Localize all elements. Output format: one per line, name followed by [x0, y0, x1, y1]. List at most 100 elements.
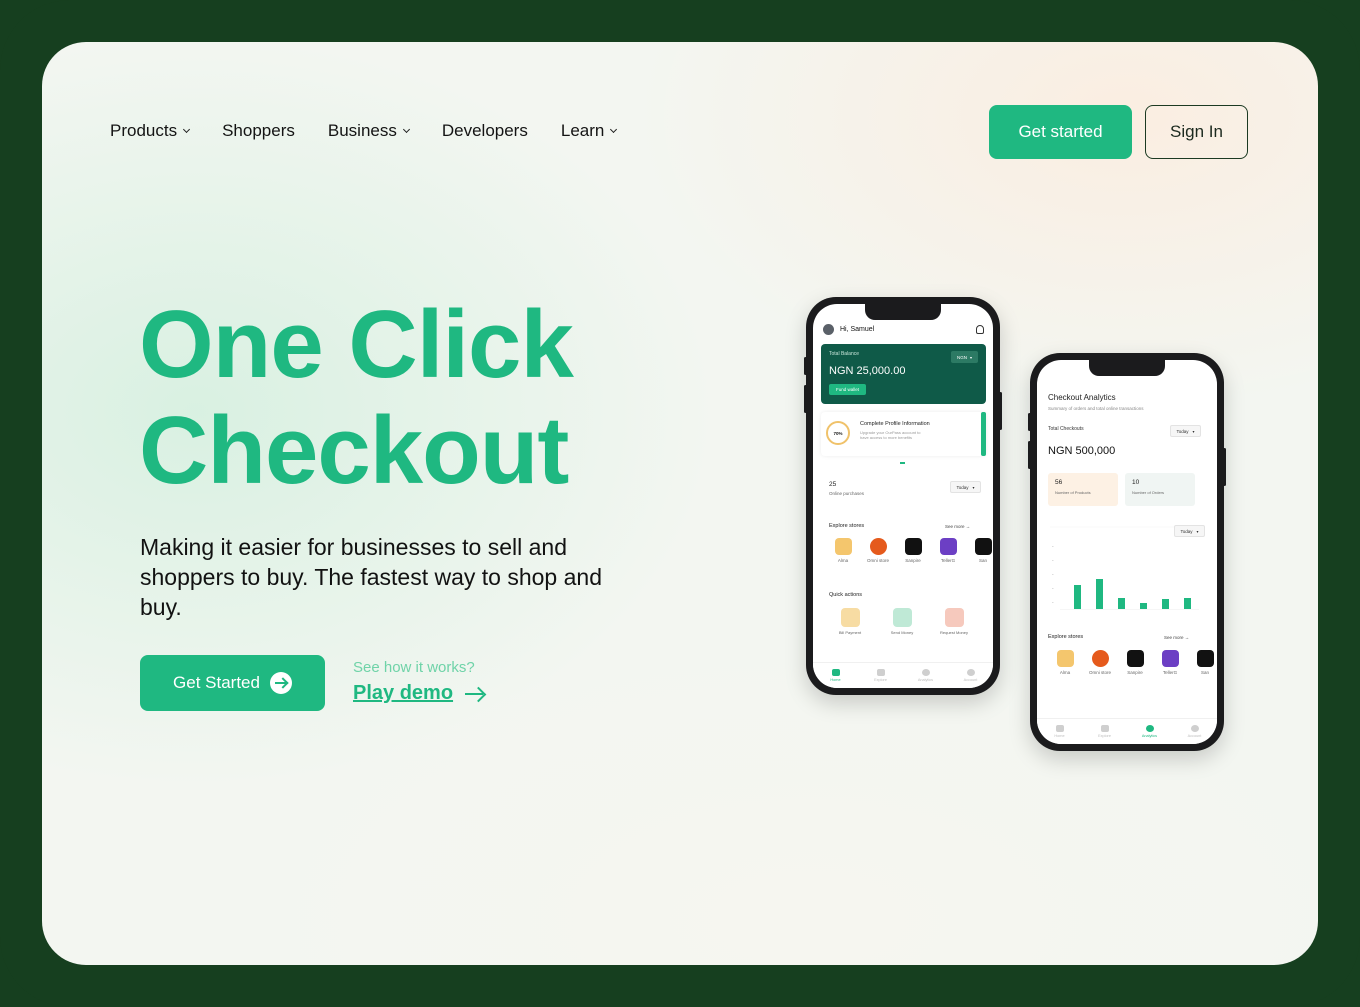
chart-bar — [1118, 598, 1125, 609]
store-label: Alma — [837, 558, 849, 563]
store-item: TellerG — [1156, 650, 1184, 675]
nav-shoppers[interactable]: Shoppers — [222, 121, 295, 141]
phone-side-button — [804, 357, 807, 375]
quick-actions-title: Quick actions — [829, 592, 863, 598]
chart-bar — [1162, 599, 1169, 609]
store-label: TellerG — [940, 558, 956, 563]
carousel-indicator — [900, 462, 905, 464]
stat-value: 56 — [1055, 479, 1063, 486]
tab-label: Account — [1187, 734, 1202, 738]
card-accent-bar — [981, 412, 986, 456]
store-label: Omni store — [1088, 670, 1111, 675]
request-money-icon — [944, 608, 964, 627]
tab-explore: Explore — [864, 669, 898, 682]
chart-bar — [1074, 585, 1081, 609]
user-icon — [1190, 725, 1199, 732]
purchases-count: 25 — [829, 481, 837, 488]
home-icon — [1055, 725, 1064, 732]
get-started-cta-button[interactable]: Get Started — [140, 655, 325, 711]
analytics-subtitle: Summary of orders and total online trans… — [1048, 406, 1144, 411]
pie-chart-icon — [1145, 725, 1154, 732]
san-logo-icon — [974, 538, 992, 555]
y-tick — [1052, 546, 1054, 547]
store-item: Sanpire — [899, 538, 927, 563]
nav-products-label: Products — [110, 121, 178, 140]
bottom-tab-bar: Home Explore Analytics Account — [813, 662, 993, 688]
bell-icon — [976, 325, 984, 334]
tab-analytics: Analytics — [909, 669, 943, 682]
store-label: San — [1200, 670, 1209, 675]
chart-bar — [1140, 603, 1147, 609]
tab-label: Explore — [874, 678, 887, 682]
store-item: Alma — [1051, 650, 1079, 675]
tab-explore: Explore — [1088, 725, 1122, 738]
greeting: Hi, Samuel — [823, 324, 874, 335]
see-more-label: See more — [1164, 635, 1184, 640]
nav-business[interactable]: Business — [327, 121, 410, 141]
send-money-icon — [892, 608, 912, 627]
purchases-summary: 25 Online purchases Today ▾ — [821, 477, 986, 507]
nav-learn[interactable]: Learn — [560, 121, 618, 141]
hero-title-line2: Checkout — [139, 397, 569, 504]
balance-card: Total Balance NGN ▾ NGN 25,000.00 Fund wa… — [821, 344, 986, 404]
period-value: Today — [1176, 428, 1189, 434]
chart-period-select: Today ▾ — [1174, 525, 1205, 537]
phone-screen: Checkout Analytics Summary of orders and… — [1037, 360, 1217, 744]
explore-stores-title: Explore stores — [829, 523, 865, 529]
y-tick — [1052, 602, 1054, 603]
store-label: San — [978, 558, 987, 563]
sign-in-button[interactable]: Sign In — [1145, 105, 1248, 159]
sanpire-logo-icon — [1126, 650, 1144, 667]
phone-screen: Hi, Samuel Total Balance NGN ▾ NGN 25,000… — [813, 304, 993, 688]
alma-logo-icon — [834, 538, 852, 555]
store-item: Alma — [829, 538, 857, 563]
store-label: Sanpire — [1127, 670, 1143, 675]
bottom-tab-bar: Home Explore Analytics Account — [1037, 718, 1217, 744]
stat-label: Number of Orders — [1132, 490, 1165, 495]
nav-business-label: Business — [327, 121, 397, 140]
chart-bar — [1096, 579, 1103, 609]
tellerg-logo-icon — [1161, 650, 1179, 667]
analytics-title: Checkout Analytics — [1048, 393, 1116, 402]
sanpire-logo-icon — [904, 538, 922, 555]
store-label: Omni store — [866, 558, 889, 563]
quick-action-label: Bill Payment — [838, 630, 862, 635]
store-item: San — [969, 538, 993, 563]
omni-logo-icon — [869, 538, 887, 555]
hero-title: One Click Checkout — [139, 292, 659, 504]
tab-account: Account — [954, 669, 988, 682]
nav-developers-label: Developers — [441, 121, 528, 140]
period-select: Today ▾ — [1170, 425, 1201, 437]
nav-developers[interactable]: Developers — [442, 121, 528, 141]
phone-side-button — [999, 392, 1002, 430]
pie-chart-icon — [921, 669, 930, 676]
store-item: TellerG — [934, 538, 962, 563]
quick-action-label: Send Money — [890, 630, 914, 635]
store-item: Sanpire — [1121, 650, 1149, 675]
nav-actions: Get started Sign In — [989, 105, 1248, 159]
arrow-right-circle-icon — [269, 672, 292, 694]
nav-products[interactable]: Products — [110, 121, 191, 141]
phone-notch — [865, 304, 941, 320]
nav-learn-label: Learn — [560, 121, 605, 140]
progress-ring: 70% — [826, 421, 850, 445]
phone-side-button — [804, 385, 807, 413]
stat-card-orders: 10 Number of Orders — [1125, 473, 1195, 506]
stat-label: Number of Products — [1055, 490, 1091, 495]
get-started-button[interactable]: Get started — [989, 105, 1132, 159]
device-frame: Products Shoppers Business Developers Le… — [0, 0, 1360, 1007]
bag-icon — [876, 669, 885, 676]
tab-account: Account — [1178, 725, 1212, 738]
see-more-label: See more — [945, 524, 965, 529]
play-demo-link[interactable]: Play demo — [353, 682, 485, 705]
tab-label: Explore — [1098, 734, 1111, 738]
phone-mockup-home: Hi, Samuel Total Balance NGN ▾ NGN 25,000… — [804, 297, 1002, 695]
quick-action-item: Request Money — [937, 608, 971, 635]
san-logo-icon — [1196, 650, 1214, 667]
tab-label: Analytics — [917, 678, 934, 682]
y-tick — [1052, 588, 1054, 589]
tab-label: Account — [963, 678, 978, 682]
chevron-down-icon — [183, 125, 191, 134]
store-item: Omni store — [1086, 650, 1114, 675]
balance-amount: NGN 25,000.00 — [829, 365, 906, 377]
